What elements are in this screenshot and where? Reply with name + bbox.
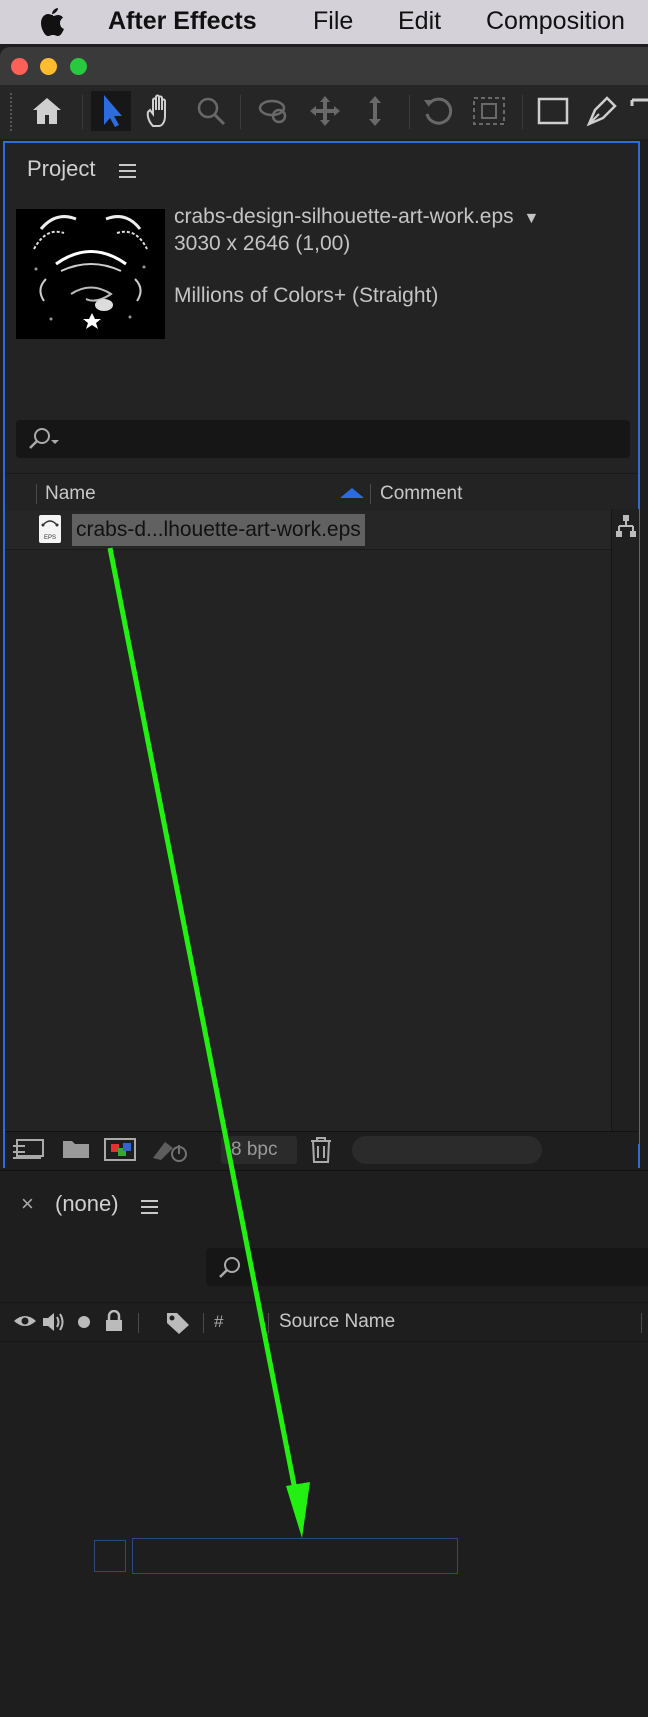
new-folder-icon[interactable] bbox=[61, 1137, 91, 1166]
source-name-header[interactable]: Source Name bbox=[279, 1311, 395, 1333]
dolly-camera-icon[interactable] bbox=[355, 91, 395, 131]
toolbar-grip[interactable] bbox=[10, 93, 16, 131]
menu-edit[interactable]: Edit bbox=[398, 7, 441, 36]
speaker-icon[interactable] bbox=[41, 1311, 67, 1338]
project-right-column bbox=[611, 509, 639, 1144]
rotation-tool-icon[interactable] bbox=[418, 91, 458, 131]
project-item-row[interactable]: EPS crabs-d...lhouette-art-work.eps bbox=[5, 511, 611, 550]
interpret-footage-icon[interactable] bbox=[11, 1138, 45, 1167]
label-tag-icon[interactable] bbox=[165, 1311, 191, 1340]
footage-thumbnail bbox=[16, 209, 165, 339]
hand-tool-icon[interactable] bbox=[140, 91, 180, 131]
comment-column-header[interactable]: Comment bbox=[380, 483, 462, 505]
timeline-panel[interactable]: × (none) # Source Name bbox=[0, 1170, 648, 1717]
timeline-column-header: # Source Name bbox=[0, 1302, 648, 1342]
project-footer-field[interactable] bbox=[352, 1136, 542, 1164]
project-panel[interactable]: Project crabs-design-silhouette-art-work… bbox=[3, 141, 640, 1169]
drop-target-layer-bar bbox=[132, 1538, 458, 1574]
tools-toolbar bbox=[0, 85, 648, 139]
project-footer: 8 bpc bbox=[5, 1131, 638, 1169]
search-icon bbox=[218, 1256, 250, 1285]
triangle-down-icon[interactable]: ▼ bbox=[523, 210, 539, 227]
lock-icon[interactable] bbox=[104, 1309, 124, 1337]
footage-dimensions: 3030 x 2646 (1,00) bbox=[174, 232, 351, 255]
new-composition-icon[interactable] bbox=[103, 1136, 137, 1167]
toolbar-separator bbox=[240, 95, 241, 129]
selection-tool-icon[interactable] bbox=[91, 91, 131, 131]
type-tool-icon[interactable] bbox=[628, 91, 648, 131]
pen-tool-icon[interactable] bbox=[582, 91, 622, 131]
menu-file[interactable]: File bbox=[313, 7, 353, 36]
column-divider bbox=[36, 484, 37, 504]
minimize-window-icon[interactable] bbox=[40, 58, 57, 75]
column-divider bbox=[203, 1313, 204, 1333]
eye-icon[interactable] bbox=[13, 1313, 37, 1334]
name-column-header[interactable]: Name bbox=[45, 483, 96, 505]
column-divider bbox=[641, 1313, 642, 1333]
footage-color-info: Millions of Colors+ (Straight) bbox=[174, 284, 439, 307]
bit-depth-button[interactable]: 8 bpc bbox=[221, 1136, 297, 1164]
zoom-tool-icon[interactable] bbox=[191, 91, 231, 131]
menu-composition[interactable]: Composition bbox=[486, 7, 625, 36]
toolbar-separator bbox=[522, 95, 523, 129]
apple-logo-icon[interactable] bbox=[38, 6, 68, 46]
mac-menubar: After Effects File Edit Composition bbox=[0, 0, 648, 44]
column-divider bbox=[370, 484, 371, 504]
sort-ascending-icon[interactable] bbox=[339, 486, 365, 504]
home-icon[interactable] bbox=[27, 91, 67, 131]
menu-app-name[interactable]: After Effects bbox=[108, 7, 257, 36]
project-panel-title[interactable]: Project bbox=[27, 156, 95, 182]
footage-info-filename[interactable]: crabs-design-silhouette-art-work.eps ▼ bbox=[174, 205, 539, 229]
toolbar-separator bbox=[82, 95, 83, 129]
panel-menu-icon[interactable] bbox=[119, 164, 136, 182]
close-panel-icon[interactable]: × bbox=[21, 1191, 34, 1217]
flowchart-icon[interactable] bbox=[151, 1136, 189, 1169]
footage-filename: crabs-design-silhouette-art-work.eps bbox=[174, 205, 514, 228]
layer-number-header[interactable]: # bbox=[214, 1312, 223, 1332]
solo-icon[interactable] bbox=[78, 1316, 90, 1328]
zoom-window-icon[interactable] bbox=[70, 58, 87, 75]
toolbar-separator bbox=[409, 95, 410, 129]
pan-behind-icon[interactable] bbox=[469, 91, 509, 131]
timeline-title[interactable]: (none) bbox=[55, 1191, 119, 1217]
close-window-icon[interactable] bbox=[11, 58, 28, 75]
pan-camera-icon[interactable] bbox=[305, 91, 345, 131]
search-icon bbox=[26, 426, 62, 457]
timeline-search-input[interactable] bbox=[206, 1248, 648, 1286]
eps-badge-text: EPS bbox=[44, 535, 56, 541]
window-titlebar bbox=[0, 47, 648, 85]
orbit-camera-icon[interactable] bbox=[255, 91, 295, 131]
flowchart-view-icon[interactable] bbox=[615, 513, 637, 544]
panel-menu-icon[interactable] bbox=[141, 1200, 158, 1218]
rectangle-tool-icon[interactable] bbox=[533, 91, 573, 131]
column-divider bbox=[268, 1313, 269, 1333]
drop-target-indicator bbox=[94, 1540, 126, 1572]
project-column-header: Name Comment bbox=[5, 473, 638, 510]
project-search-input[interactable] bbox=[16, 420, 630, 458]
column-divider bbox=[138, 1313, 139, 1333]
eps-file-icon: EPS bbox=[39, 515, 61, 543]
trash-icon[interactable] bbox=[309, 1136, 333, 1169]
project-item-name[interactable]: crabs-d...lhouette-art-work.eps bbox=[72, 514, 365, 546]
